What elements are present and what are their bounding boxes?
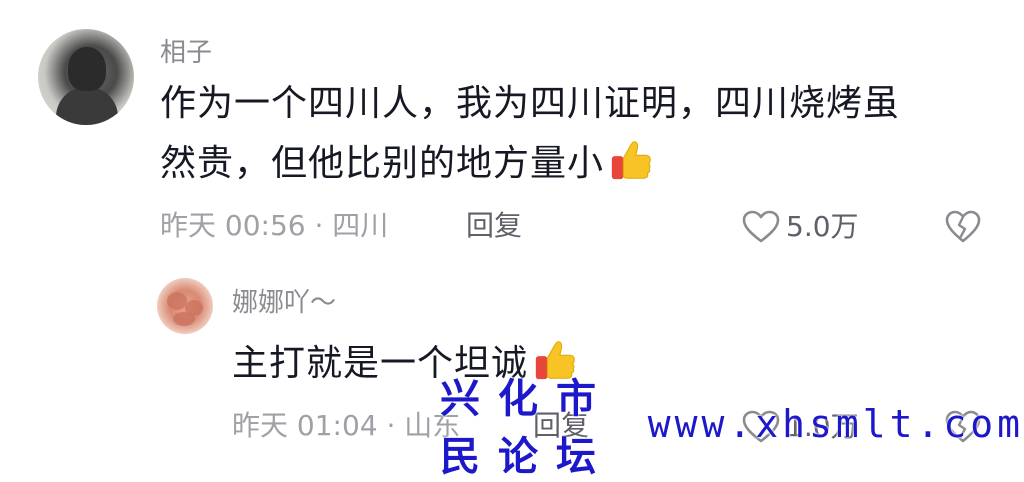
watermark: 兴化市民论坛 www.xhsmlt.com: [440, 375, 1024, 480]
comment-meta: 昨天 00:56 · 四川: [160, 209, 389, 242]
reply-button[interactable]: 回复: [466, 212, 522, 240]
like-button[interactable]: 5.0万: [742, 210, 859, 244]
broken-heart-icon[interactable]: [945, 210, 981, 244]
avatar[interactable]: [38, 29, 134, 125]
reply-username[interactable]: 娜娜吖～: [232, 290, 336, 316]
comment-text-line-2: 然贵，但他比别的地方量小: [160, 134, 654, 194]
comment-username[interactable]: 相子: [160, 40, 212, 66]
reply-meta: 昨天 01:04 · 山东: [232, 409, 461, 442]
avatar[interactable]: [157, 278, 213, 334]
comment-text-line-1: 作为一个四川人，我为四川证明，四川烧烤虽: [160, 83, 901, 124]
like-count: 5.0万: [786, 210, 859, 243]
heart-outline-icon: [742, 210, 780, 243]
watermark-url: www.xhsmlt.com: [647, 402, 1024, 446]
watermark-site-name: 兴化市民论坛: [440, 375, 614, 480]
thumbs-up-icon: [611, 141, 651, 180]
